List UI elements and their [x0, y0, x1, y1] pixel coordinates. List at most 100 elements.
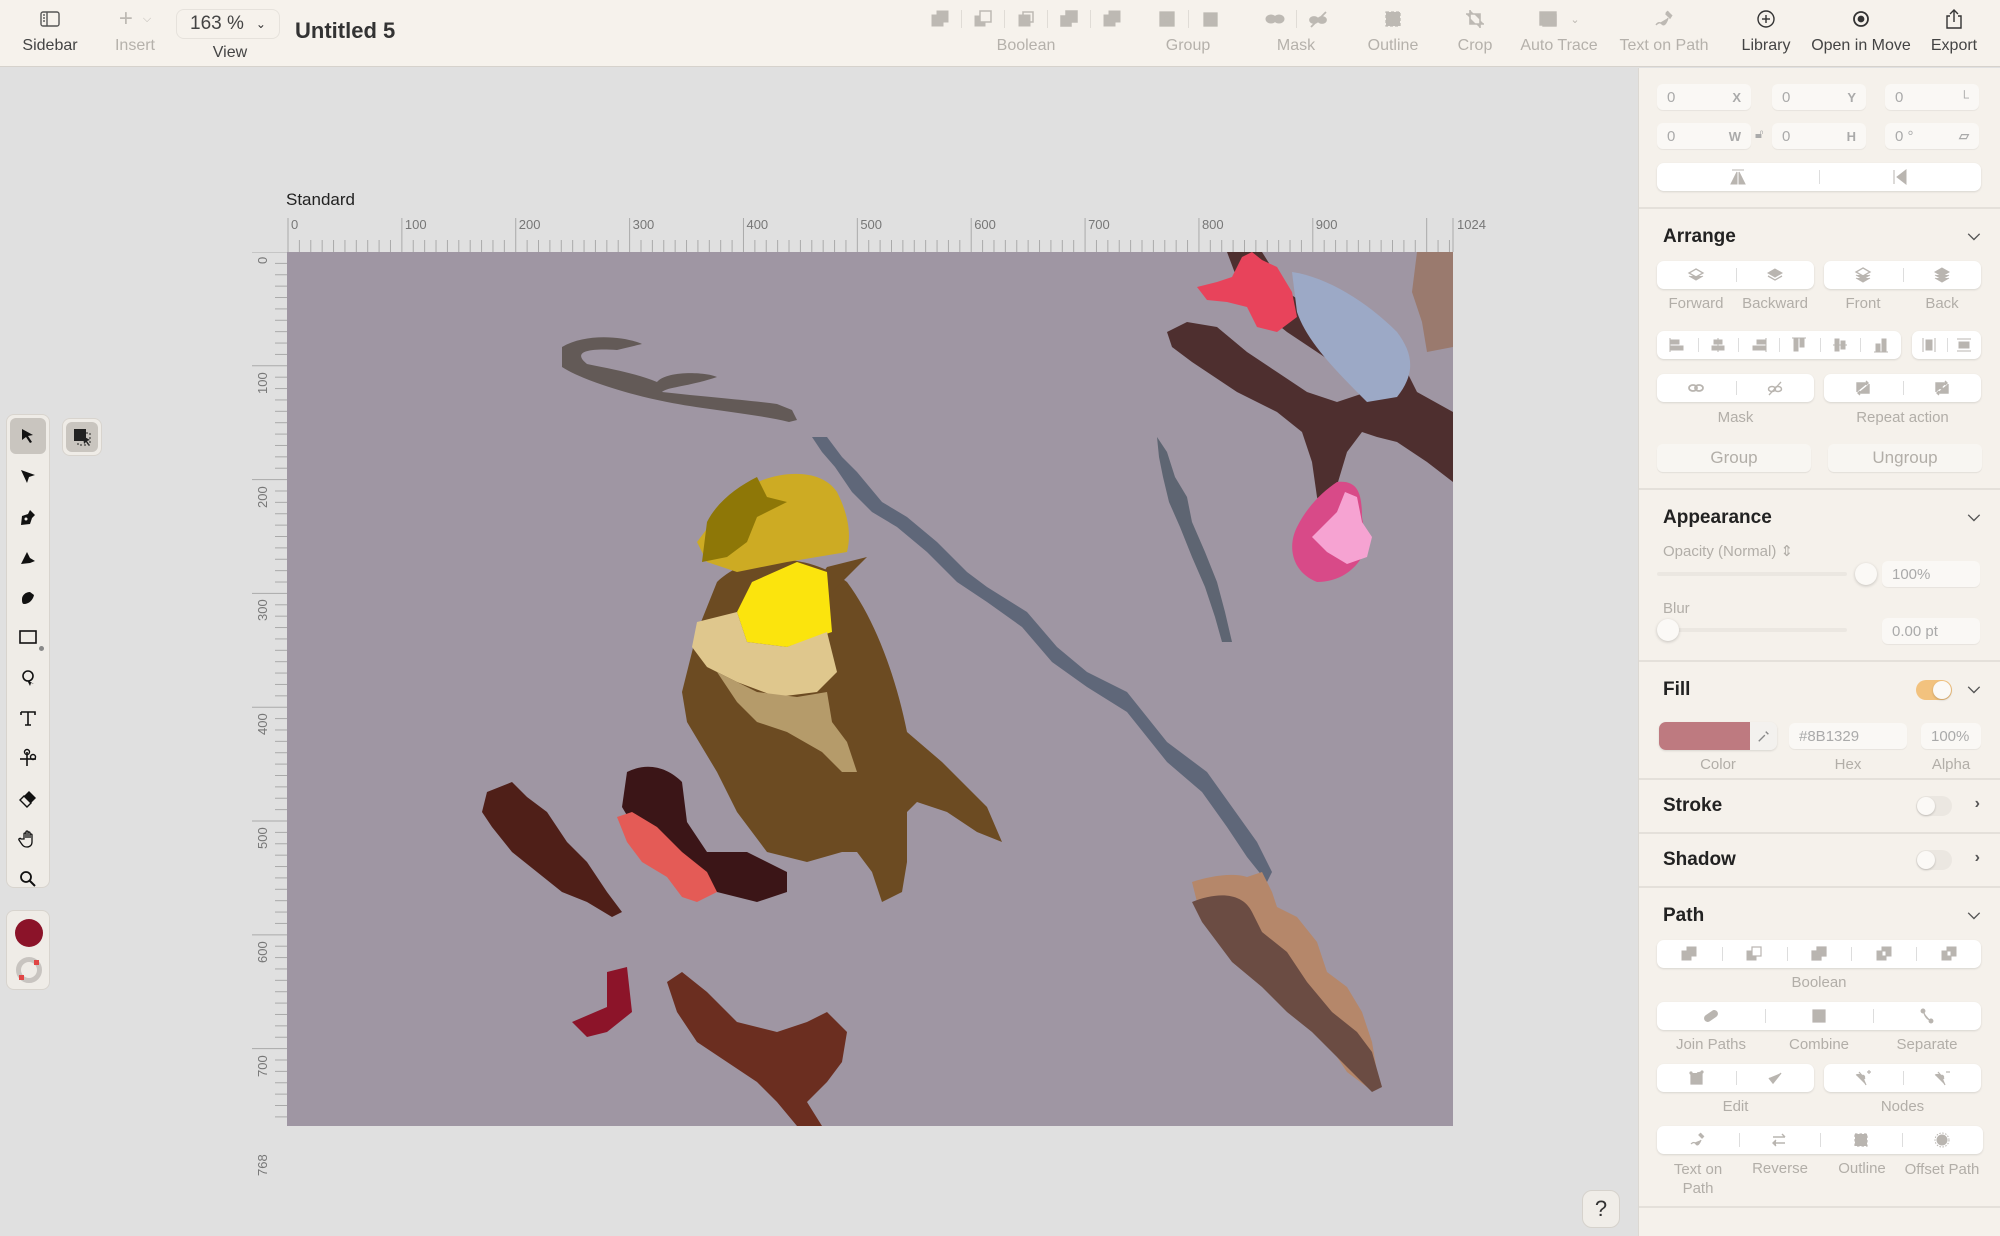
- repeat-add-button[interactable]: [1902, 374, 1982, 402]
- artboard[interactable]: [287, 252, 1453, 1126]
- text-tool[interactable]: [10, 700, 46, 736]
- select-tool[interactable]: [10, 418, 46, 454]
- sidebar-button[interactable]: Sidebar: [22, 0, 78, 67]
- union-icon[interactable]: [929, 8, 951, 30]
- insert-button[interactable]: + ⌵ Insert: [110, 0, 160, 67]
- fill-color-swatch[interactable]: [1659, 722, 1777, 750]
- branch-top-right-tan[interactable]: [1412, 252, 1453, 352]
- add-node-button[interactable]: [1824, 1064, 1903, 1092]
- artboard-name[interactable]: Standard: [286, 190, 355, 210]
- arrange-header[interactable]: Arrange ⌵: [1639, 209, 2000, 265]
- lock-open-icon[interactable]: 🔓︎: [1755, 126, 1763, 142]
- scissors-tool[interactable]: [10, 740, 46, 776]
- twig-dark-slate[interactable]: [1157, 437, 1232, 642]
- rotation-field[interactable]: 0 ° ▱: [1885, 123, 1979, 149]
- view-button[interactable]: View: [205, 26, 255, 66]
- group-button[interactable]: Group: [1657, 444, 1811, 472]
- selection-mode-button[interactable]: [62, 418, 102, 456]
- difference-icon[interactable]: [1058, 8, 1080, 30]
- path-difference-button[interactable]: [1851, 940, 1916, 968]
- text-on-path-button[interactable]: Text on Path: [1616, 0, 1712, 67]
- mask-button[interactable]: [1657, 374, 1736, 402]
- x-field[interactable]: 0X: [1657, 84, 1751, 110]
- distribute-vertical-button[interactable]: [1946, 331, 1982, 359]
- lasso-tool[interactable]: [10, 660, 46, 696]
- leaf-blue[interactable]: [1292, 272, 1411, 402]
- opacity-field[interactable]: 100%: [1882, 561, 1980, 587]
- bring-to-front-button[interactable]: [1824, 261, 1903, 289]
- align-middle-button[interactable]: [1819, 331, 1861, 359]
- edit-path-button[interactable]: [1657, 1064, 1736, 1092]
- corner-radius-field[interactable]: 0 └: [1885, 84, 1979, 110]
- flip-vertical-button[interactable]: [1819, 163, 1981, 191]
- appearance-header[interactable]: Appearance ⌵: [1639, 490, 2000, 546]
- unmask-icon[interactable]: [1307, 8, 1329, 30]
- align-right-button[interactable]: [1738, 331, 1779, 359]
- y-field[interactable]: 0Y: [1772, 84, 1866, 110]
- library-button[interactable]: Library: [1738, 0, 1794, 67]
- bring-forward-button[interactable]: [1657, 261, 1736, 289]
- export-button[interactable]: Export: [1928, 0, 1980, 67]
- brush-tool[interactable]: [10, 579, 46, 615]
- help-button[interactable]: ?: [1582, 1190, 1620, 1228]
- opacity-slider[interactable]: [1657, 572, 1847, 576]
- path-union-button[interactable]: [1657, 940, 1722, 968]
- path-text-on-path-button[interactable]: [1657, 1126, 1739, 1154]
- send-to-back-button[interactable]: [1902, 261, 1982, 289]
- reverse-path-button[interactable]: [1738, 1126, 1821, 1154]
- path-subtract-button[interactable]: [1721, 940, 1787, 968]
- zoom-tool[interactable]: [10, 861, 46, 897]
- height-field[interactable]: 0H: [1772, 123, 1866, 149]
- group-icon[interactable]: [1156, 8, 1178, 30]
- pen-tool[interactable]: [10, 499, 46, 535]
- direct-select-tool[interactable]: [10, 458, 46, 494]
- path-header[interactable]: Path ⌵: [1639, 888, 2000, 944]
- blur-field[interactable]: 0.00 pt: [1882, 618, 1980, 644]
- fill-toggle[interactable]: [1916, 680, 1952, 700]
- stroke-color-well[interactable]: [16, 957, 42, 983]
- flower-crimson[interactable]: [572, 967, 632, 1037]
- hand-tool[interactable]: [10, 821, 46, 857]
- outline-button[interactable]: T Outline: [1363, 0, 1423, 67]
- outline-path-button[interactable]: [1820, 1126, 1902, 1154]
- send-backward-button[interactable]: [1735, 261, 1815, 289]
- ungroup-button[interactable]: Ungroup: [1828, 444, 1982, 472]
- bird-body[interactable]: [682, 559, 1002, 903]
- blur-slider[interactable]: [1657, 628, 1847, 632]
- rectangle-tool[interactable]: [10, 619, 46, 655]
- flower-red-top[interactable]: [1197, 252, 1297, 332]
- finish-edit-button[interactable]: [1735, 1064, 1815, 1092]
- combine-button[interactable]: [1765, 1002, 1873, 1030]
- hex-field[interactable]: #8B1329: [1789, 723, 1907, 749]
- blur-slider-knob[interactable]: [1657, 619, 1679, 641]
- unmask-button[interactable]: [1735, 374, 1815, 402]
- mask-icon[interactable]: [1264, 8, 1286, 30]
- branch-lower-brown[interactable]: [667, 972, 847, 1126]
- join-paths-button[interactable]: [1657, 1002, 1765, 1030]
- twig-gray-brown[interactable]: [562, 337, 797, 422]
- path-exclude-button[interactable]: [1916, 940, 1981, 968]
- separate-button[interactable]: [1873, 1002, 1981, 1030]
- align-left-button[interactable]: [1657, 331, 1698, 359]
- exclude-icon[interactable]: [1101, 8, 1123, 30]
- flip-horizontal-button[interactable]: [1657, 163, 1819, 191]
- vector-brush-tool[interactable]: [10, 539, 46, 575]
- opacity-slider-knob[interactable]: [1855, 563, 1877, 585]
- open-in-move-button[interactable]: Open in Move: [1810, 0, 1912, 67]
- subtract-icon[interactable]: [972, 8, 994, 30]
- fill-color-well[interactable]: [15, 919, 43, 947]
- stroke-toggle[interactable]: [1916, 796, 1952, 816]
- align-top-button[interactable]: [1779, 331, 1820, 359]
- eraser-tool[interactable]: [10, 781, 46, 817]
- align-center-h-button[interactable]: [1697, 331, 1739, 359]
- crop-button[interactable]: Crop: [1452, 0, 1498, 67]
- width-field[interactable]: 0W: [1657, 123, 1751, 149]
- branch-left-leaves[interactable]: [482, 782, 622, 917]
- remove-node-button[interactable]: [1902, 1064, 1982, 1092]
- ungroup-icon[interactable]: [1199, 8, 1221, 30]
- eyedropper-button[interactable]: [1750, 722, 1777, 750]
- distribute-horizontal-button[interactable]: [1912, 331, 1947, 359]
- repeat-action-button[interactable]: [1824, 374, 1903, 402]
- offset-path-button[interactable]: [1901, 1126, 1984, 1154]
- intersect-icon[interactable]: [1015, 8, 1037, 30]
